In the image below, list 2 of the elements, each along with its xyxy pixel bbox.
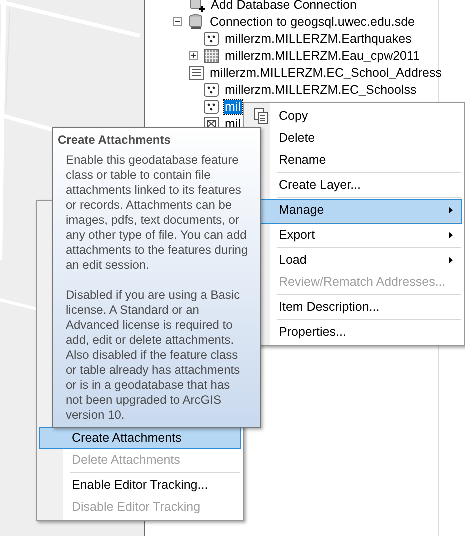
tooltip-text: Disabled if you are using a Basic license. A Standard or an Advanced license is required to add, edit or delete attachments. Also disabled if the feature class or table already has attachments or is in a geodatabase that has not been upgraded to ArcGIS version 10. <box>66 288 242 423</box>
tooltip-title: Create Attachments <box>58 133 172 147</box>
